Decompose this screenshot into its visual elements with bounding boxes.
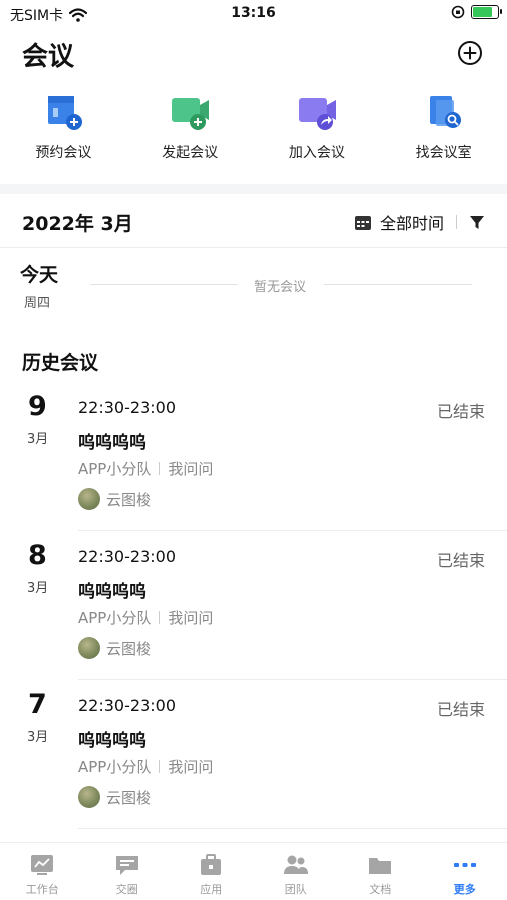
host-name: 云图梭	[106, 788, 152, 807]
status-time: 13:16	[231, 5, 276, 21]
chat-icon	[115, 856, 138, 875]
meeting-host: 云图梭	[78, 488, 151, 510]
avatar	[78, 488, 100, 510]
meeting-role: 我问问	[168, 758, 214, 776]
empty-divider-right	[324, 284, 472, 285]
tab-team[interactable]: 团队	[254, 843, 339, 900]
meeting-status: 已结束	[436, 402, 485, 421]
more-icon	[453, 863, 476, 867]
section-divider	[0, 184, 507, 194]
month-bar: 2022年 3月 全部时间	[0, 194, 507, 248]
meeting-month: 3月	[27, 581, 49, 596]
meeting-status: 已结束	[436, 700, 485, 719]
time-filter-label: 全部时间	[379, 214, 444, 233]
tab-bar: 工作台 交圈 应用 团队 文档 更多	[0, 842, 507, 900]
meeting-team: APP小分队	[78, 609, 152, 627]
meeting-role: 我问问	[168, 460, 214, 478]
start-meeting-button[interactable]: 发起会议	[127, 92, 254, 172]
meeting-day: 9	[28, 391, 47, 422]
folder-icon	[369, 858, 392, 874]
header: 会议	[0, 30, 507, 80]
time-filter[interactable]: 全部时间	[354, 210, 485, 234]
meta-separator	[159, 462, 161, 475]
status-bar: 无SIM卡 13:16	[0, 0, 507, 30]
video-start-icon	[172, 98, 210, 130]
avatar	[78, 786, 100, 808]
team-icon	[283, 855, 308, 874]
meeting-status: 已结束	[436, 551, 485, 570]
status-right	[451, 5, 502, 19]
meeting-team: APP小分队	[78, 460, 152, 478]
today-section: 今天 周四 暂无会议	[0, 258, 507, 318]
tab-label: 工作台	[25, 883, 59, 896]
calendar-schedule-icon	[48, 96, 83, 130]
quick-action-label: 找会议室	[415, 145, 472, 161]
find-room-button[interactable]: 找会议室	[380, 92, 507, 172]
tab-apps[interactable]: 应用	[169, 843, 254, 900]
meta-separator	[159, 611, 161, 624]
quick-action-label: 预约会议	[35, 145, 92, 161]
workbench-icon	[31, 855, 54, 875]
row-divider	[78, 828, 507, 829]
tab-label: 交圈	[115, 883, 138, 896]
video-join-icon	[298, 98, 336, 130]
meeting-team: APP小分队	[78, 758, 152, 776]
schedule-meeting-button[interactable]: 预约会议	[0, 92, 127, 172]
meta-separator	[159, 760, 161, 773]
tab-workbench[interactable]: 工作台	[0, 843, 85, 900]
room-search-icon	[429, 96, 461, 128]
meeting-title: 呜呜呜呜	[78, 433, 146, 453]
calendar-icon	[354, 215, 371, 230]
meeting-item[interactable]: 9 3月 22:30-23:00 已结束 呜呜呜呜 APP小分队 我问问 云图梭	[0, 392, 507, 540]
meeting-meta: APP小分队 我问问	[78, 458, 213, 479]
row-divider	[78, 679, 507, 680]
meeting-day: 7	[28, 689, 47, 720]
history-title: 历史会议	[22, 352, 99, 374]
meeting-title: 呜呜呜呜	[78, 582, 146, 602]
apps-icon	[201, 854, 222, 875]
quick-action-label: 加入会议	[288, 145, 345, 161]
month-selector[interactable]: 2022年 3月	[22, 209, 133, 236]
battery-icon	[471, 5, 502, 19]
meeting-item[interactable]: 8 3月 22:30-23:00 已结束 呜呜呜呜 APP小分队 我问问 云图梭	[0, 541, 507, 689]
meeting-host: 云图梭	[78, 786, 151, 808]
add-meeting-button[interactable]	[457, 40, 483, 66]
page-title: 会议	[22, 42, 75, 72]
tab-label: 团队	[284, 883, 307, 896]
filter-separator	[456, 215, 457, 229]
no-meetings-text: 暂无会议	[253, 280, 306, 295]
meeting-meta: APP小分队 我问问	[78, 756, 213, 777]
meeting-day: 8	[28, 540, 47, 571]
tab-label: 更多	[453, 883, 476, 896]
tab-more[interactable]: 更多	[423, 843, 507, 900]
host-name: 云图梭	[106, 639, 152, 658]
join-meeting-button[interactable]: 加入会议	[254, 92, 381, 172]
meeting-time: 22:30-23:00	[78, 547, 176, 566]
row-divider	[78, 530, 507, 531]
meeting-time: 22:30-23:00	[78, 696, 176, 715]
meeting-month: 3月	[27, 432, 49, 447]
meeting-meta: APP小分队 我问问	[78, 607, 213, 628]
quick-action-label: 发起会议	[162, 145, 219, 161]
meeting-month: 3月	[27, 730, 49, 745]
orientation-lock-icon	[451, 5, 465, 19]
tab-chat[interactable]: 交圈	[85, 843, 170, 900]
meeting-role: 我问问	[168, 609, 214, 627]
meeting-host: 云图梭	[78, 637, 151, 659]
filter-icon[interactable]	[469, 214, 485, 230]
quick-actions: 预约会议 发起会议 加入会议 找会议室	[0, 92, 507, 172]
tab-docs[interactable]: 文档	[338, 843, 423, 900]
tab-label: 应用	[200, 883, 223, 896]
meeting-title: 呜呜呜呜	[78, 731, 146, 751]
tab-label: 文档	[369, 883, 392, 896]
meeting-item[interactable]: 7 3月 22:30-23:00 已结束 呜呜呜呜 APP小分队 我问问 云图梭	[0, 690, 507, 838]
meeting-time: 22:30-23:00	[78, 398, 176, 417]
avatar	[78, 637, 100, 659]
host-name: 云图梭	[106, 490, 152, 509]
